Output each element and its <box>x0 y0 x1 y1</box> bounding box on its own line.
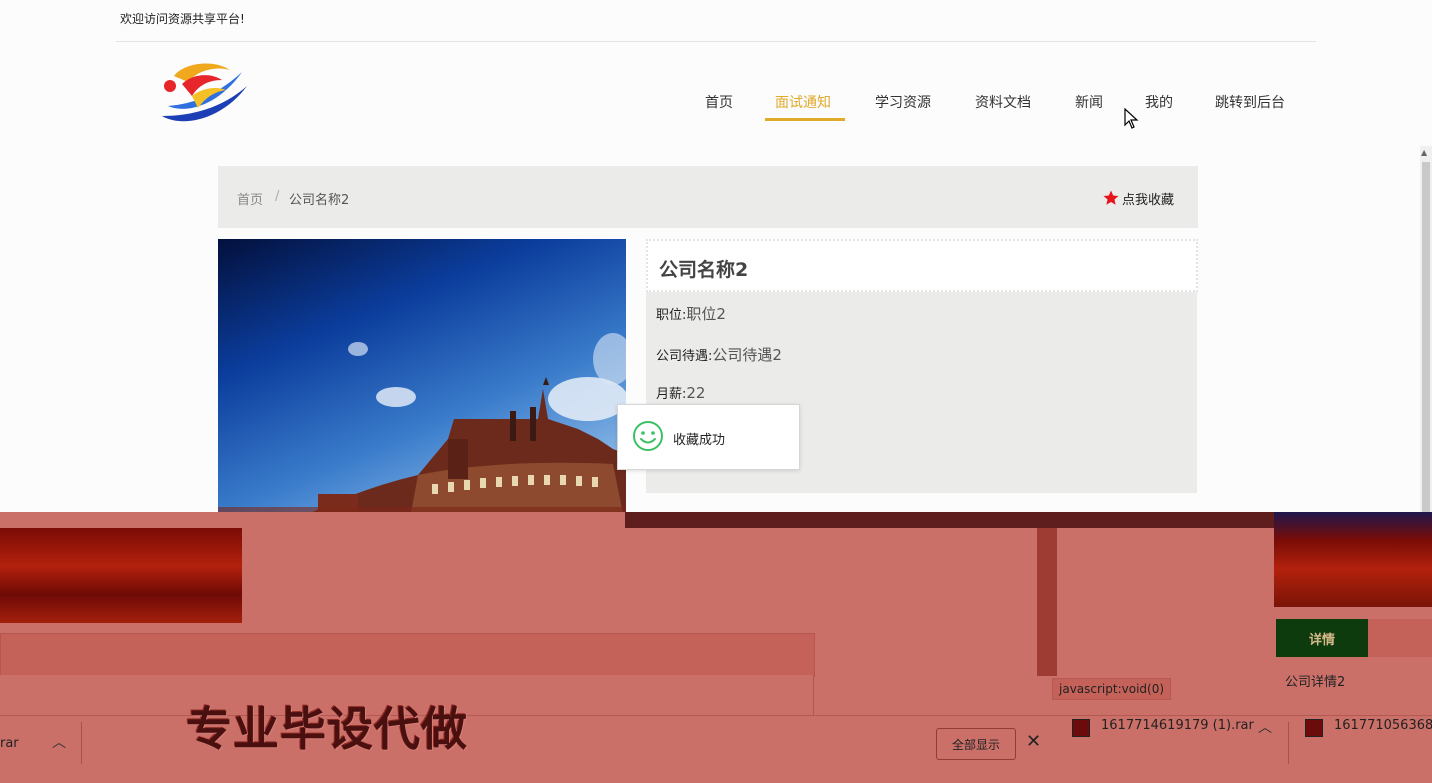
benefits-label: 公司待遇: <box>656 349 713 364</box>
nav-goto-admin[interactable]: 跳转到后台 <box>1215 92 1285 112</box>
star-icon <box>1103 190 1119 205</box>
download-item-partial[interactable]: rar <box>0 736 19 751</box>
company-details-text: 公司详情2 <box>1285 675 1346 690</box>
position-label: 职位: <box>656 308 687 323</box>
nav-active-indicator <box>765 118 845 121</box>
favorite-label: 点我收藏 <box>1122 192 1175 208</box>
salary-label: 月薪: <box>656 387 687 402</box>
benefits-value: 公司待遇2 <box>712 346 782 364</box>
company-name: 公司名称2 <box>659 259 749 281</box>
close-icon[interactable]: ✕ <box>1026 731 1041 752</box>
info-row-position: 职位:职位2 <box>656 303 726 324</box>
scroll-up-arrow-icon[interactable]: ▲ <box>1421 148 1427 157</box>
favorite-button[interactable]: 点我收藏 <box>1102 188 1174 208</box>
glitch-image-right <box>1274 512 1432 607</box>
tab-details[interactable]: 详情 <box>1276 619 1368 657</box>
chevron-up-icon[interactable]: ︿ <box>52 732 66 752</box>
breadcrumb-home[interactable]: 首页 <box>237 189 263 208</box>
rar-file-icon <box>1305 719 1323 737</box>
info-row-salary: 月薪:22 <box>656 383 705 402</box>
breadcrumb <box>218 166 1198 228</box>
toast-text: 收藏成功 <box>673 433 726 448</box>
nav-home[interactable]: 首页 <box>705 92 733 112</box>
nav-mine[interactable]: 我的 <box>1145 92 1173 112</box>
nav-interview-notice[interactable]: 面试通知 <box>775 92 831 112</box>
info-row-benefits: 公司待遇:公司待遇2 <box>656 344 782 365</box>
download-separator <box>1288 722 1289 764</box>
company-photo <box>218 239 626 529</box>
download-separator <box>81 722 82 764</box>
glitch-strip <box>1037 528 1057 676</box>
download-item-2[interactable]: 1617710563682 <box>1334 718 1432 733</box>
salary-value: 22 <box>686 384 706 402</box>
position-value: 职位2 <box>686 305 726 323</box>
mouse-cursor-icon <box>1124 108 1139 129</box>
nav-documents[interactable]: 资料文档 <box>975 92 1031 112</box>
download-item-1[interactable]: 1617714619179 (1).rar <box>1101 718 1254 733</box>
site-logo[interactable] <box>152 56 252 132</box>
watermark-text: 专业毕设代做 <box>186 702 468 756</box>
show-all-downloads-button[interactable]: 全部显示 <box>936 728 1016 760</box>
welcome-text: 欢迎访问资源共享平台! <box>120 12 245 26</box>
chevron-up-icon[interactable]: ︿ <box>1258 717 1272 737</box>
content-panel-header <box>0 633 815 677</box>
glitch-image-left <box>0 528 242 623</box>
nav-learning-resources[interactable]: 学习资源 <box>875 92 931 112</box>
header-divider <box>116 41 1316 42</box>
breadcrumb-current: 公司名称2 <box>289 193 350 208</box>
status-link-tooltip: javascript:void(0) <box>1052 678 1172 700</box>
rar-file-icon <box>1072 719 1090 737</box>
tab-bar-filler <box>1368 619 1432 657</box>
scrollbar-thumb[interactable] <box>1422 162 1430 526</box>
breadcrumb-separator: / <box>275 189 280 204</box>
smile-icon <box>633 421 663 451</box>
nav-news[interactable]: 新闻 <box>1075 92 1103 112</box>
